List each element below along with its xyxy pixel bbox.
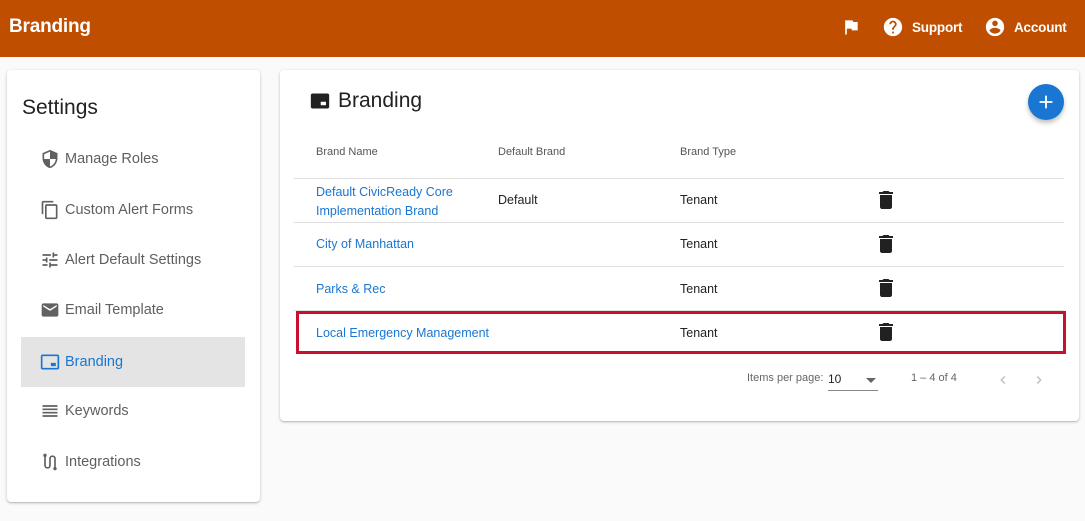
page-title-text: Branding [338, 89, 423, 112]
add-brand-button[interactable] [1028, 84, 1064, 120]
sidebar-item-label: Manage Roles [65, 151, 159, 167]
sidebar-item-email-template[interactable]: Email Template [21, 285, 245, 335]
brand-name-link[interactable]: Default CivicReady Core Implementation B… [316, 183, 486, 221]
sidebar-item-label: Alert Default Settings [65, 252, 202, 268]
support-button[interactable]: Support [882, 15, 963, 39]
items-per-page-label: Items per page: [747, 372, 824, 384]
account-circle-icon [985, 17, 1005, 37]
trash-icon[interactable] [878, 279, 894, 297]
page-range-label: 1 – 4 of 4 [911, 372, 957, 384]
sidebar-item-alert-default-settings[interactable]: Alert Default Settings [21, 235, 245, 285]
column-header-brand-type[interactable]: Brand Type [680, 146, 736, 158]
shield-icon [42, 149, 58, 169]
brand-type-cell: Tenant [680, 326, 718, 340]
column-header-brand-name[interactable]: Brand Name [316, 146, 378, 158]
flag-icon[interactable] [841, 17, 861, 37]
trash-icon[interactable] [878, 323, 894, 341]
previous-page-icon[interactable] [995, 371, 1011, 389]
tune-icon [42, 252, 58, 268]
sidebar-item-branding[interactable]: Branding [21, 337, 245, 387]
next-page-icon[interactable] [1031, 371, 1047, 389]
brand-type-cell: Tenant [680, 193, 718, 207]
sidebar-item-manage-roles[interactable]: Manage Roles [21, 134, 245, 184]
brand-type-cell: Tenant [680, 282, 718, 296]
sidebar-item-label: Branding [65, 354, 124, 370]
table-row: Local Emergency Management Tenant [294, 310, 1064, 356]
default-brand-cell: Default [498, 193, 538, 207]
sidebar-item-keywords[interactable]: Keywords [21, 386, 245, 436]
brand-name-link[interactable]: City of Manhattan [316, 237, 414, 251]
brand-name-link[interactable]: Local Emergency Management [316, 326, 489, 340]
table-row: City of Manhattan Tenant [294, 222, 1064, 266]
sidebar-item-label: Keywords [65, 403, 129, 419]
app-title: Branding [9, 16, 91, 37]
sidebar-item-label: Custom Alert Forms [65, 202, 194, 218]
sidebar-title: Settings [22, 96, 98, 119]
copy-icon [41, 200, 58, 220]
list-icon [42, 405, 58, 417]
plus-icon [1039, 95, 1053, 109]
top-app-bar: Branding Support Account [0, 0, 1085, 57]
sidebar-item-label: Integrations [65, 454, 141, 470]
brand-name-link[interactable]: Parks & Rec [316, 282, 385, 296]
table-row: Parks & Rec Tenant [294, 266, 1064, 310]
account-button[interactable]: Account [984, 15, 1067, 39]
items-per-page-value: 10 [828, 372, 842, 386]
account-label: Account [1014, 19, 1067, 35]
sidebar-item-custom-alert-forms[interactable]: Custom Alert Forms [21, 185, 245, 235]
branding-icon [40, 354, 60, 370]
column-header-default-brand[interactable]: Default Brand [498, 146, 565, 158]
table-row: Default CivicReady Core Implementation B… [294, 178, 1064, 222]
items-per-page-select[interactable]: 10 [828, 369, 878, 391]
branding-card: Branding Brand Name Default Brand Brand … [280, 70, 1079, 421]
integration-icon [43, 453, 57, 471]
settings-sidebar: Settings Manage Roles Custom Alert Forms… [7, 70, 260, 502]
sidebar-item-label: Email Template [65, 302, 164, 318]
mail-icon [41, 303, 59, 317]
sidebar-item-integrations[interactable]: Integrations [21, 437, 245, 487]
trash-icon[interactable] [878, 191, 894, 209]
help-icon [883, 17, 903, 37]
branding-icon [310, 93, 330, 109]
page-title: Branding [310, 89, 422, 113]
support-label: Support [912, 19, 963, 35]
trash-icon[interactable] [878, 235, 894, 253]
dropdown-arrow-icon [866, 378, 876, 383]
brand-type-cell: Tenant [680, 237, 718, 251]
